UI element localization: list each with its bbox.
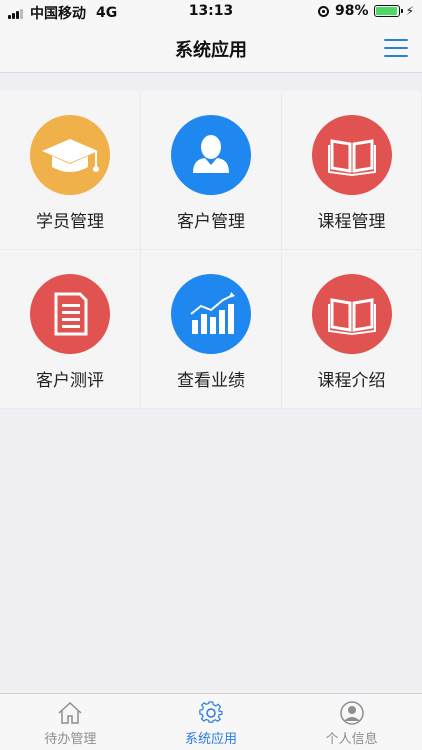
document-icon <box>54 292 88 336</box>
app-icon-circle <box>171 115 251 195</box>
app-tile-customer-management[interactable]: 客户管理 <box>141 91 282 250</box>
app-icon-circle <box>30 115 110 195</box>
battery-icon <box>373 5 403 17</box>
person-icon <box>193 135 229 173</box>
app-label: 客户管理 <box>177 212 245 232</box>
app-label: 学员管理 <box>36 212 104 232</box>
app-label: 课程管理 <box>317 212 386 232</box>
app-screen: 中国移动 4G 13:13 98% ⚡ 系统应用 学员管理 客户管理 课程管理 … <box>0 0 422 750</box>
app-grid: 学员管理 客户管理 课程管理 客户测评 查看业绩 课程介绍 <box>0 91 422 409</box>
open-book-icon <box>327 139 376 177</box>
status-right: 98% ⚡ <box>318 3 414 19</box>
battery-percent: 98% <box>335 3 369 19</box>
app-label: 客户测评 <box>36 371 104 391</box>
app-label: 查看业绩 <box>177 371 245 391</box>
tab-system-apps[interactable]: 系统应用 <box>141 694 282 750</box>
user-avatar-icon <box>339 701 364 725</box>
navigation-bar: 系统应用 <box>0 24 422 73</box>
open-book-icon <box>327 298 376 336</box>
rotation-lock-icon <box>318 5 330 17</box>
bottom-tab-bar: 待办管理 系统应用 个人信息 <box>0 693 422 750</box>
graduation-cap-icon <box>42 139 99 172</box>
bar-chart-trend-icon <box>190 292 235 334</box>
app-tile-course-introduction[interactable]: 课程介绍 <box>282 250 422 409</box>
tab-label: 系统应用 <box>185 732 238 747</box>
battery-level-fill <box>375 7 398 15</box>
tab-personal-info[interactable]: 个人信息 <box>281 694 422 750</box>
status-bar: 中国移动 4G 13:13 98% ⚡ <box>0 0 422 24</box>
charging-bolt-icon: ⚡ <box>405 4 414 18</box>
app-tile-course-management[interactable]: 课程管理 <box>282 91 422 250</box>
hamburger-menu-icon[interactable] <box>384 38 408 58</box>
tab-label: 个人信息 <box>325 732 378 747</box>
gear-icon <box>199 701 223 723</box>
tab-label: 待办管理 <box>44 732 97 747</box>
app-label: 课程介绍 <box>317 371 386 391</box>
app-icon-circle <box>30 274 110 354</box>
tab-todo-management[interactable]: 待办管理 <box>0 694 141 750</box>
app-tile-customer-assessment[interactable]: 客户测评 <box>0 250 141 409</box>
home-icon <box>58 701 82 724</box>
app-tile-student-management[interactable]: 学员管理 <box>0 91 141 250</box>
page-title: 系统应用 <box>175 40 247 61</box>
app-icon-circle <box>311 274 392 354</box>
app-icon-circle <box>171 274 251 354</box>
app-icon-circle <box>311 115 392 195</box>
app-tile-view-performance[interactable]: 查看业绩 <box>141 250 282 409</box>
